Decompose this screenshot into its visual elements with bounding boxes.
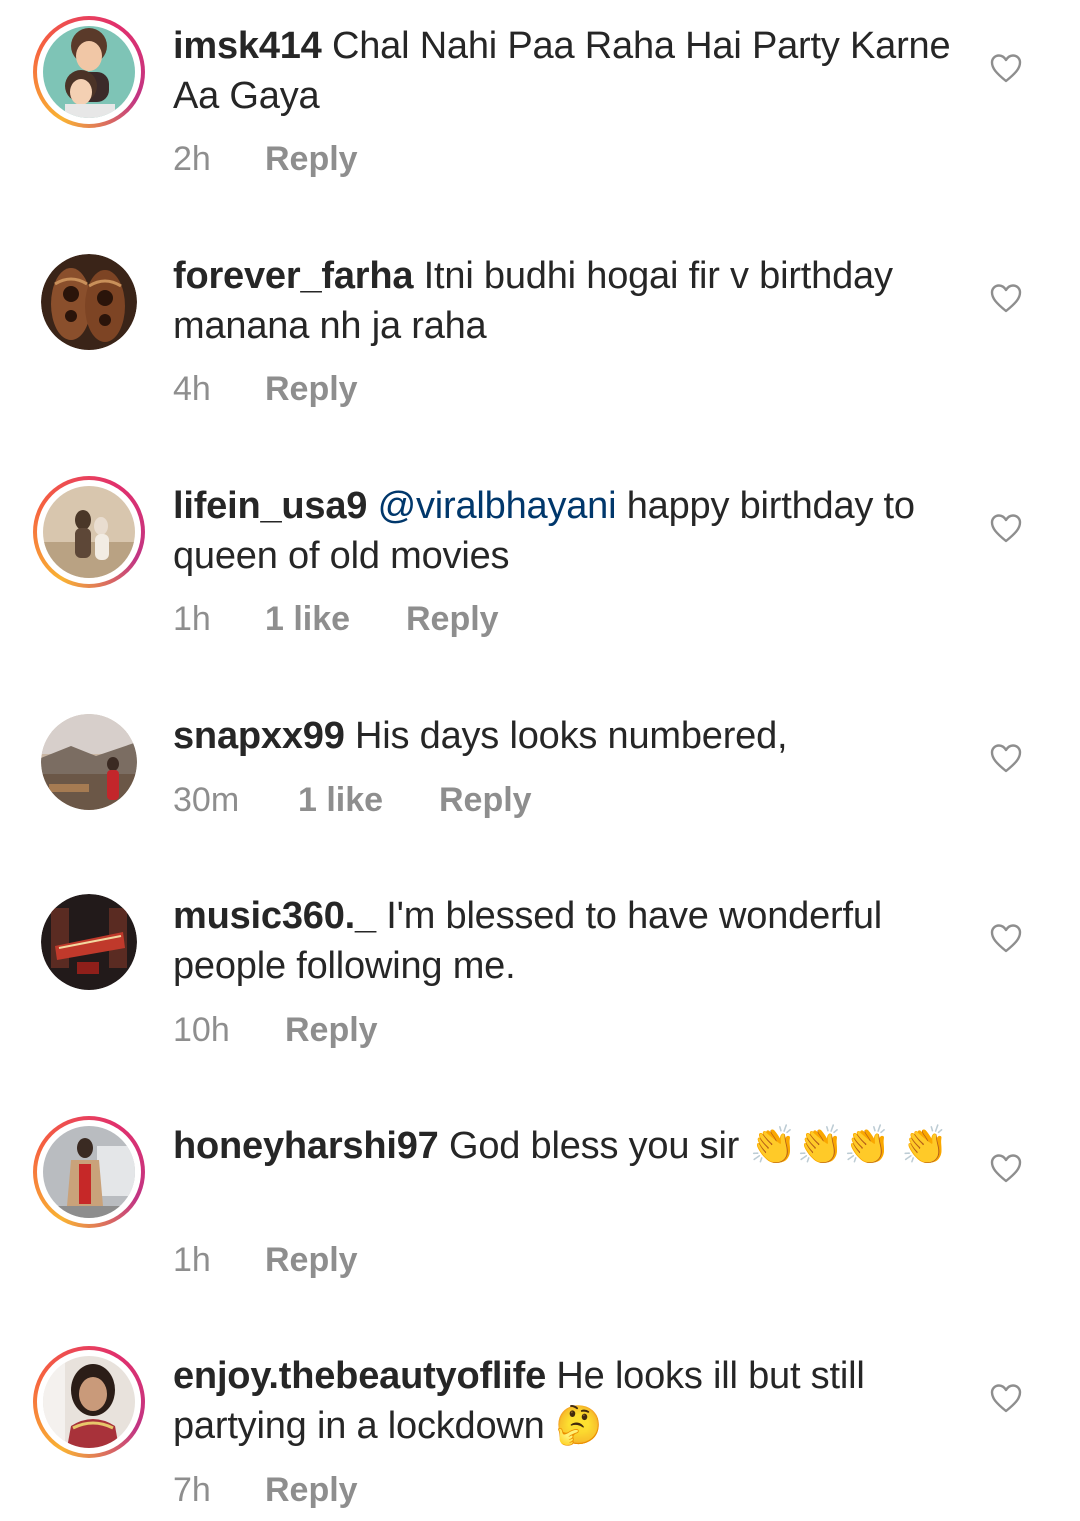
comment-body: His days looks numbered,	[355, 715, 788, 757]
avatar[interactable]	[33, 1346, 145, 1458]
comment-meta: 30m 1 like Reply	[173, 780, 532, 820]
comment-text: enjoy.thebeautyoflife He looks ill but s…	[173, 1351, 963, 1451]
comment-text: lifein_usa9 @viralbhayani happy birthday…	[173, 481, 963, 581]
comment-text: snapxx99 His days looks numbered,	[173, 711, 963, 761]
timestamp: 2h	[173, 140, 211, 178]
comment-meta: 2h Reply	[173, 139, 358, 179]
reply-button[interactable]: Reply	[265, 1240, 358, 1280]
heart-outline-icon[interactable]	[990, 1153, 1022, 1183]
heart-outline-icon[interactable]	[990, 1383, 1022, 1413]
comment-body: God bless you sir 👏👏👏 👏	[448, 1125, 949, 1167]
comment-text: forever_farha Itni budhi hogai fir v bir…	[173, 251, 963, 351]
comment-text: imsk414 Chal Nahi Paa Raha Hai Party Kar…	[173, 21, 963, 121]
avatar[interactable]	[41, 254, 137, 350]
username[interactable]: lifein_usa9	[173, 485, 367, 527]
heart-outline-icon[interactable]	[990, 743, 1022, 773]
username[interactable]: forever_farha	[173, 255, 414, 297]
username[interactable]: imsk414	[173, 25, 322, 67]
timestamp: 30m	[173, 781, 240, 819]
timestamp: 1h	[173, 600, 211, 638]
heart-outline-icon[interactable]	[990, 513, 1022, 543]
comment-meta: 7h Reply	[173, 1470, 358, 1510]
reply-button[interactable]: Reply	[285, 1010, 378, 1050]
timestamp: 7h	[173, 1471, 211, 1509]
comment-meta: 1h 1 like Reply	[173, 599, 499, 639]
avatar[interactable]	[41, 894, 137, 990]
likes-count[interactable]: 1 like	[298, 780, 439, 820]
avatar[interactable]	[33, 1116, 145, 1228]
reply-button[interactable]: Reply	[406, 599, 499, 639]
reply-button[interactable]: Reply	[265, 139, 358, 179]
comment-text: honeyharshi97 God bless you sir 👏👏👏 👏	[173, 1121, 963, 1171]
avatar[interactable]	[33, 16, 145, 128]
comment-meta: 10h Reply	[173, 1010, 378, 1050]
heart-outline-icon[interactable]	[990, 923, 1022, 953]
comment-meta: 4h Reply	[173, 369, 358, 409]
likes-count[interactable]: 1 like	[265, 599, 406, 639]
timestamp: 4h	[173, 370, 211, 408]
reply-button[interactable]: Reply	[265, 1470, 358, 1510]
username[interactable]: music360._	[173, 895, 376, 937]
timestamp: 1h	[173, 1241, 211, 1279]
username[interactable]: honeyharshi97	[173, 1125, 439, 1167]
heart-outline-icon[interactable]	[990, 283, 1022, 313]
mention-link[interactable]: @viralbhayani	[378, 485, 617, 527]
comment-meta: 1h Reply	[173, 1240, 358, 1280]
username[interactable]: enjoy.thebeautyoflife	[173, 1355, 546, 1397]
comment-text: music360._ I'm blessed to have wonderful…	[173, 891, 963, 991]
reply-button[interactable]: Reply	[265, 369, 358, 409]
timestamp: 10h	[173, 1011, 230, 1049]
reply-button[interactable]: Reply	[439, 780, 532, 820]
avatar[interactable]	[33, 476, 145, 588]
username[interactable]: snapxx99	[173, 715, 345, 757]
heart-outline-icon[interactable]	[990, 53, 1022, 83]
avatar[interactable]	[41, 714, 137, 810]
